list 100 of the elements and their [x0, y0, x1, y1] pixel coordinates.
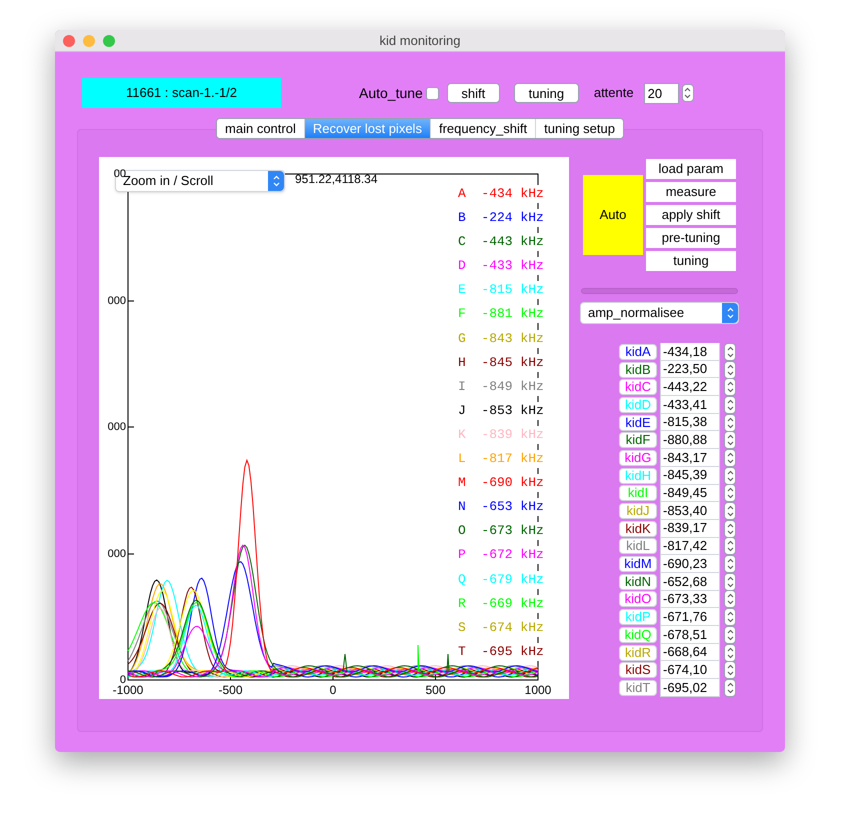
kid-value-field[interactable]: -652,68 [660, 572, 720, 591]
legend-entry: R -669 kHz [458, 594, 544, 613]
kid-value-field[interactable]: -839,17 [660, 520, 720, 538]
kid-value-field[interactable]: -674,10 [660, 661, 720, 680]
legend-entry: P -672 kHz [458, 546, 544, 564]
attente-stepper[interactable] [682, 84, 694, 102]
legend-entry: T -695 kHz [458, 642, 544, 661]
action-button[interactable]: tuning [646, 251, 736, 271]
legend-entry: L -817 kHz [458, 450, 544, 468]
action-button[interactable]: measure [646, 182, 736, 202]
kid-value-field[interactable]: -434,18 [660, 343, 720, 361]
auto-button[interactable]: Auto [583, 175, 643, 255]
legend-entry: Q -679 kHz [458, 570, 544, 588]
kid-value-field[interactable]: -433,41 [660, 396, 720, 414]
kid-stepper[interactable] [724, 378, 736, 396]
cursor-readout: 951.22,4118.34 [295, 173, 378, 185]
x-tick-label: 1000 [524, 684, 552, 696]
kid-stepper[interactable] [724, 448, 736, 467]
attente-field[interactable]: 20 [644, 82, 679, 104]
kid-value-field[interactable]: -845,39 [660, 466, 720, 484]
kid-label: kidK [619, 520, 657, 537]
kid-value-field[interactable]: -668,64 [660, 644, 720, 662]
kid-stepper[interactable] [724, 342, 736, 361]
kid-label: kidJ [619, 503, 657, 520]
kid-value-field[interactable]: -678,51 [660, 626, 720, 644]
kid-stepper[interactable] [724, 608, 736, 626]
action-button[interactable]: pre-tuning [646, 228, 736, 248]
tab[interactable]: tuning setup [535, 119, 623, 138]
kid-stepper[interactable] [724, 484, 736, 502]
up-down-arrows-icon [726, 593, 734, 606]
kid-value-field[interactable]: -673,33 [660, 590, 720, 608]
up-down-arrows-icon [726, 646, 734, 659]
kid-stepper[interactable] [724, 414, 736, 432]
kid-label: kidG [619, 450, 657, 466]
dropdown-arrows-icon [268, 171, 284, 191]
scan-label: 11661 : scan-1.-1/2 [82, 78, 281, 108]
kid-stepper[interactable] [724, 626, 736, 644]
up-down-arrows-icon [726, 346, 734, 358]
legend-entry: N -653 kHz [458, 498, 544, 516]
kid-stepper[interactable] [724, 572, 736, 591]
window-title: kid monitoring [378, 32, 462, 50]
kid-label: kidD [619, 396, 657, 413]
auto-tune-checkbox[interactable] [426, 86, 439, 100]
kid-label: kidR [619, 644, 657, 661]
action-button[interactable]: apply shift [646, 205, 736, 225]
kid-stepper[interactable] [724, 360, 736, 379]
kid-value-field[interactable]: -443,22 [660, 378, 720, 396]
kid-value-field[interactable]: -817,42 [660, 538, 720, 556]
kid-stepper[interactable] [724, 520, 736, 538]
kid-value-field[interactable]: -853,40 [660, 502, 720, 520]
kid-stepper[interactable] [724, 537, 736, 556]
y-tick-label: 0 [120, 674, 126, 686]
legend-entry: E -815 kHz [458, 281, 544, 300]
legend-entry: D -433 kHz [458, 257, 544, 276]
kid-stepper[interactable] [724, 590, 736, 608]
kid-value-field[interactable]: -223,50 [660, 360, 720, 378]
legend-entry: K -839 kHz [458, 426, 544, 444]
attente-label: attente [594, 84, 634, 102]
kid-stepper[interactable] [724, 644, 736, 662]
shift-button[interactable]: shift [446, 83, 500, 103]
up-down-arrows-icon [726, 434, 734, 446]
x-tick-label: 0 [330, 684, 336, 696]
legend-entry: G -843 kHz [458, 330, 544, 348]
kid-stepper[interactable] [724, 555, 736, 574]
up-down-arrows-icon [726, 364, 734, 376]
kid-value-field[interactable]: -695,02 [660, 679, 720, 697]
kid-stepper[interactable] [724, 678, 736, 697]
y-tick-label: 000 [108, 548, 126, 560]
kid-label: kidQ [619, 626, 657, 643]
y-tick-label: 000 [108, 295, 126, 307]
up-down-arrows-icon [684, 87, 692, 99]
kid-stepper[interactable] [724, 396, 736, 414]
kid-value-field[interactable]: -880,88 [660, 431, 720, 450]
tuning-button[interactable]: tuning [514, 83, 579, 103]
up-down-arrows-icon [726, 682, 734, 694]
kid-value-field[interactable]: -671,76 [660, 608, 720, 626]
kid-stepper[interactable] [724, 502, 736, 520]
kid-value-field[interactable]: -690,23 [660, 555, 720, 573]
kid-value-field[interactable]: -843,17 [660, 449, 720, 467]
kid-value-field[interactable]: -815,38 [660, 414, 720, 432]
up-down-arrows-icon [726, 522, 734, 535]
up-down-arrows-icon [726, 611, 734, 624]
up-down-arrows-icon [726, 576, 734, 588]
kid-stepper[interactable] [724, 466, 736, 485]
up-down-arrows-icon [726, 416, 734, 429]
up-down-arrows-icon [726, 558, 734, 570]
legend-entry: A -434 kHz [458, 185, 544, 203]
x-tick-label: -500 [218, 684, 243, 696]
mode-select[interactable]: amp_normalisee [580, 302, 739, 324]
up-down-arrows-icon [726, 487, 734, 500]
kid-stepper[interactable] [724, 661, 736, 680]
kid-value-field[interactable]: -849,45 [660, 484, 720, 502]
action-button[interactable]: load param [646, 159, 736, 179]
up-down-arrows-icon [726, 505, 734, 518]
kid-label: kidM [619, 556, 657, 572]
kid-stepper[interactable] [724, 431, 736, 450]
kid-label: kidE [619, 414, 657, 431]
legend-entry: S -674 kHz [458, 618, 544, 637]
kid-label: kidO [619, 591, 657, 608]
legend-entry: B -224 kHz [458, 209, 544, 228]
